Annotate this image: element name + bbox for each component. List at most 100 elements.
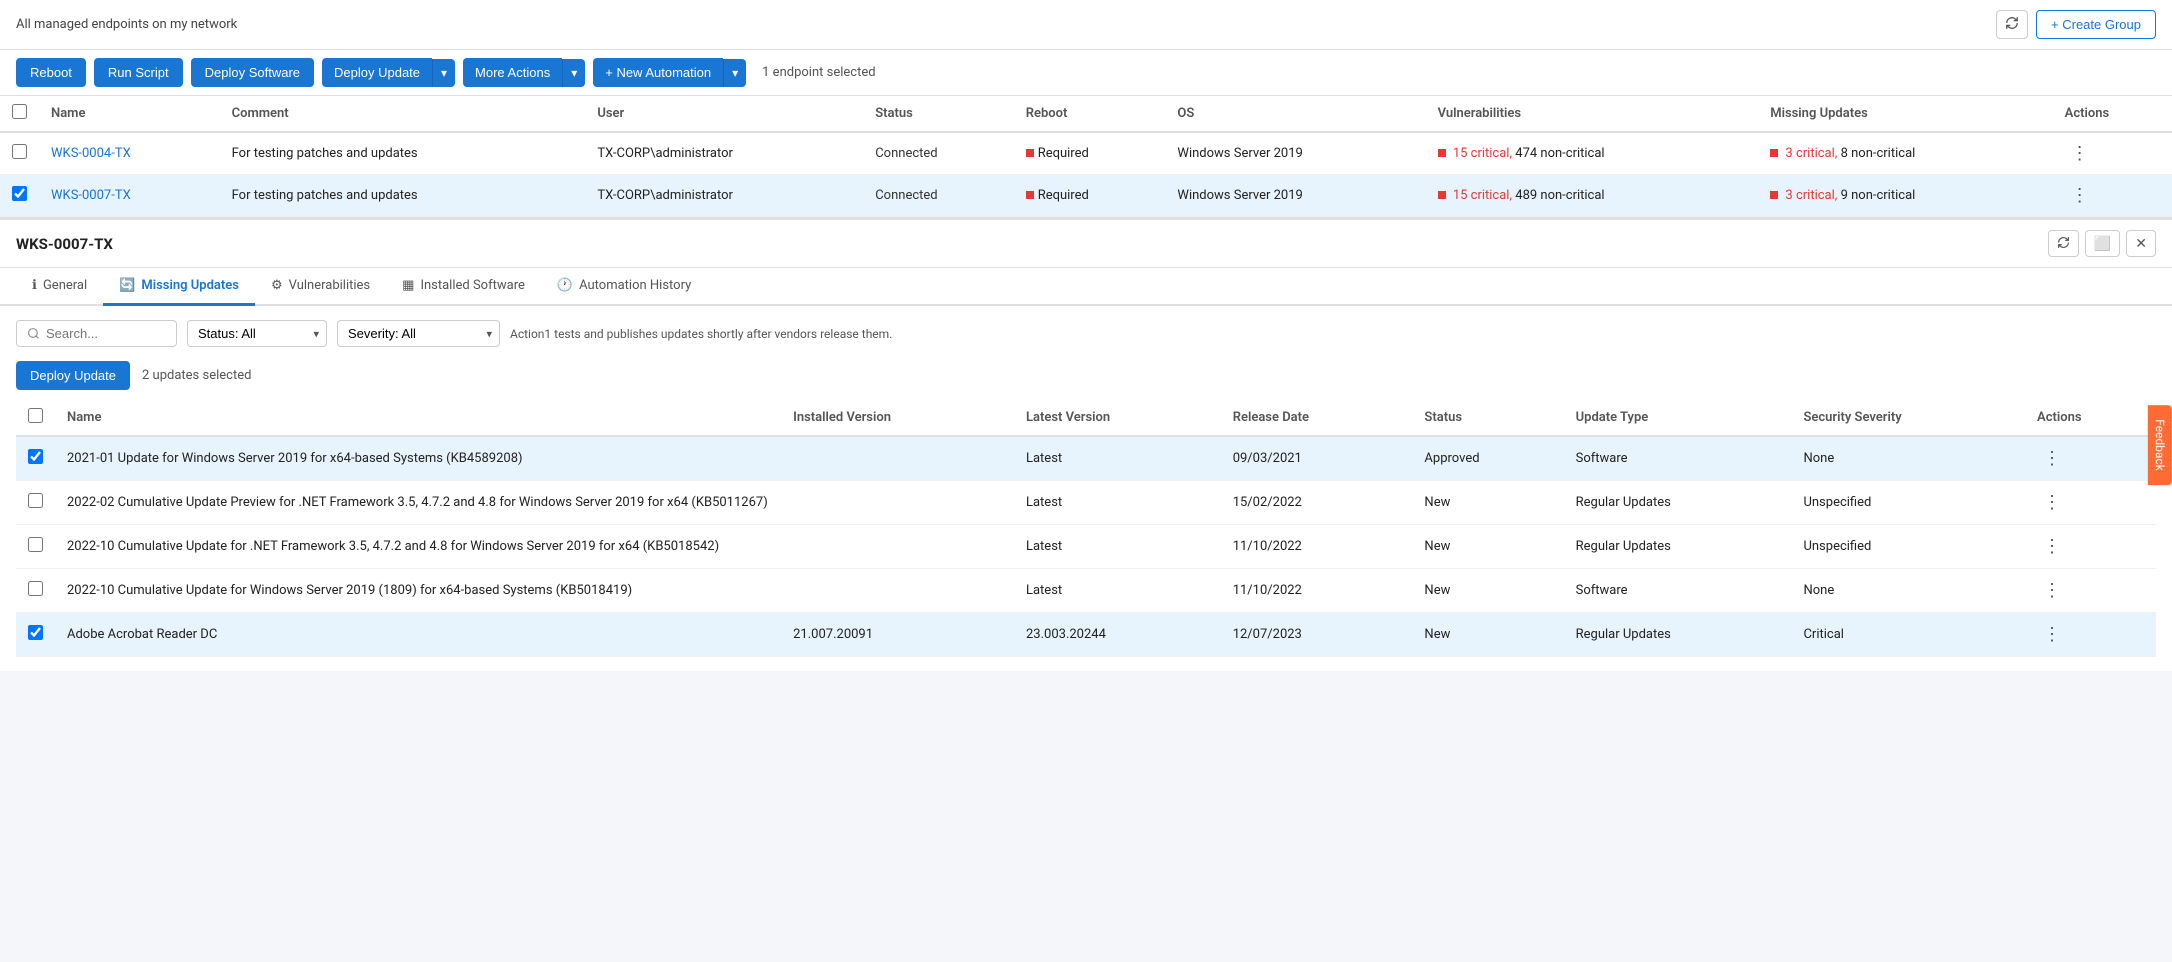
row-checkbox-cell[interactable] [0, 175, 39, 217]
table-row: WKS-0004-TX For testing patches and upda… [0, 132, 2172, 175]
tab-automation-history[interactable]: 🕐 Automation History [541, 268, 707, 306]
update-latest-version: Latest [1014, 525, 1221, 569]
update-checkbox[interactable] [28, 493, 43, 508]
detail-refresh-button[interactable] [2048, 230, 2079, 257]
vuln-critical: 15 critical, [1453, 146, 1512, 161]
reboot-button[interactable]: Reboot [16, 58, 86, 87]
col-status: Status [863, 96, 1013, 132]
detail-header: WKS-0007-TX ⬜ ✕ [0, 220, 2172, 268]
status-filter[interactable]: Status: All Status: Approved Status: New [187, 320, 327, 347]
update-actions[interactable]: ⋮ [2025, 569, 2156, 613]
select-all-checkbox[interactable] [12, 104, 27, 119]
update-release-date: 11/10/2022 [1221, 525, 1413, 569]
update-row: 2022-10 Cumulative Update for Windows Se… [16, 569, 2156, 613]
updates-col-status: Status [1412, 400, 1563, 436]
reboot-dot [1026, 191, 1034, 199]
update-actions-button[interactable]: ⋮ [2037, 622, 2067, 647]
update-actions[interactable]: ⋮ [2025, 481, 2156, 525]
update-checkbox-cell[interactable] [16, 569, 55, 613]
refresh-button[interactable] [1996, 10, 2028, 39]
search-box [16, 320, 177, 347]
update-latest-version: Latest [1014, 481, 1221, 525]
automation-history-icon: 🕐 [557, 278, 573, 293]
new-automation-arrow-button[interactable]: ▾ [723, 59, 746, 87]
update-security-severity: None [1791, 569, 2025, 613]
col-user: User [585, 96, 863, 132]
update-actions-button[interactable]: ⋮ [2037, 446, 2067, 471]
more-actions-arrow-button[interactable]: ▾ [562, 59, 585, 87]
missing-noncritical: 9 non-critical [1841, 188, 1916, 203]
update-installed-version [781, 569, 1014, 613]
update-actions-button[interactable]: ⋮ [2037, 490, 2067, 515]
update-checkbox[interactable] [28, 537, 43, 552]
tab-general[interactable]: ℹ General [16, 268, 103, 306]
update-checkbox[interactable] [28, 581, 43, 596]
row-actions[interactable]: ⋮ [2053, 132, 2172, 175]
row-actions[interactable]: ⋮ [2053, 175, 2172, 217]
update-checkbox[interactable] [28, 625, 43, 640]
update-checkbox[interactable] [28, 449, 43, 464]
update-checkbox-cell[interactable] [16, 525, 55, 569]
update-actions[interactable]: ⋮ [2025, 436, 2156, 481]
deploy-update-button-detail[interactable]: Deploy Update [16, 361, 130, 390]
vuln-dot [1438, 191, 1446, 199]
update-actions[interactable]: ⋮ [2025, 613, 2156, 657]
missing-dot [1770, 149, 1778, 157]
update-name: 2022-02 Cumulative Update Preview for .N… [55, 481, 781, 525]
update-checkbox-cell[interactable] [16, 481, 55, 525]
vuln-dot [1438, 149, 1446, 157]
deploy-update-arrow-button[interactable]: ▾ [432, 59, 455, 87]
create-group-button[interactable]: + Create Group [2036, 10, 2156, 39]
search-input[interactable] [46, 326, 166, 341]
col-os: OS [1165, 96, 1425, 132]
updates-col-security-severity: Security Severity [1791, 400, 2025, 436]
severity-filter[interactable]: Severity: All Severity: Critical Severit… [337, 320, 500, 347]
endpoint-link[interactable]: WKS-0004-TX [51, 146, 131, 161]
update-row: 2022-10 Cumulative Update for .NET Frame… [16, 525, 2156, 569]
feedback-tab[interactable]: Feedback [2148, 405, 2172, 485]
update-actions-button[interactable]: ⋮ [2037, 534, 2067, 559]
row-actions-button[interactable]: ⋮ [2065, 141, 2095, 166]
row-vulnerabilities: 15 critical, 474 non-critical [1426, 132, 1759, 175]
missing-noncritical: 8 non-critical [1841, 146, 1916, 161]
row-checkbox[interactable] [12, 186, 27, 201]
updates-select-all-checkbox[interactable] [28, 408, 43, 423]
select-all-header[interactable] [0, 96, 39, 132]
info-text: Action1 tests and publishes updates shor… [510, 327, 2156, 341]
vuln-noncritical: 489 non-critical [1515, 188, 1604, 203]
row-actions-button[interactable]: ⋮ [2065, 183, 2095, 208]
deploy-software-button[interactable]: Deploy Software [191, 58, 314, 87]
tab-installed-software[interactable]: ▦ Installed Software [386, 268, 541, 306]
deploy-update-button[interactable]: Deploy Update [322, 58, 432, 87]
update-checkbox-cell[interactable] [16, 436, 55, 481]
updates-col-installed-version: Installed Version [781, 400, 1014, 436]
more-actions-button[interactable]: More Actions [463, 58, 562, 87]
vuln-critical: 15 critical, [1453, 188, 1512, 203]
updates-col-latest-version: Latest Version [1014, 400, 1221, 436]
row-checkbox[interactable] [12, 144, 27, 159]
update-latest-version: 23.003.20244 [1014, 613, 1221, 657]
table-header-row: Name Comment User Status Reboot OS Vulne… [0, 96, 2172, 132]
new-automation-button[interactable]: + New Automation [593, 58, 723, 87]
detail-expand-button[interactable]: ⬜ [2085, 230, 2120, 257]
row-endpoint-name[interactable]: WKS-0004-TX [39, 132, 220, 175]
row-endpoint-name[interactable]: WKS-0007-TX [39, 175, 220, 217]
tab-vulnerabilities[interactable]: ⚙ Vulnerabilities [255, 268, 386, 306]
update-status: New [1412, 525, 1563, 569]
update-security-severity: Unspecified [1791, 481, 2025, 525]
updates-select-all-header[interactable] [16, 400, 55, 436]
update-name: 2022-10 Cumulative Update for .NET Frame… [55, 525, 781, 569]
tab-missing-updates-label: Missing Updates [141, 278, 239, 293]
updates-table: Name Installed Version Latest Version Re… [16, 400, 2156, 657]
update-checkbox-cell[interactable] [16, 613, 55, 657]
detail-close-button[interactable]: ✕ [2126, 230, 2156, 257]
endpoint-link[interactable]: WKS-0007-TX [51, 188, 131, 203]
update-release-date: 09/03/2021 [1221, 436, 1413, 481]
update-actions-button[interactable]: ⋮ [2037, 578, 2067, 603]
more-actions-split-button: More Actions ▾ [463, 58, 585, 87]
update-actions[interactable]: ⋮ [2025, 525, 2156, 569]
row-checkbox-cell[interactable] [0, 132, 39, 175]
tab-missing-updates[interactable]: 🔄 Missing Updates [103, 268, 255, 306]
row-os: Windows Server 2019 [1165, 175, 1425, 217]
run-script-button[interactable]: Run Script [94, 58, 183, 87]
